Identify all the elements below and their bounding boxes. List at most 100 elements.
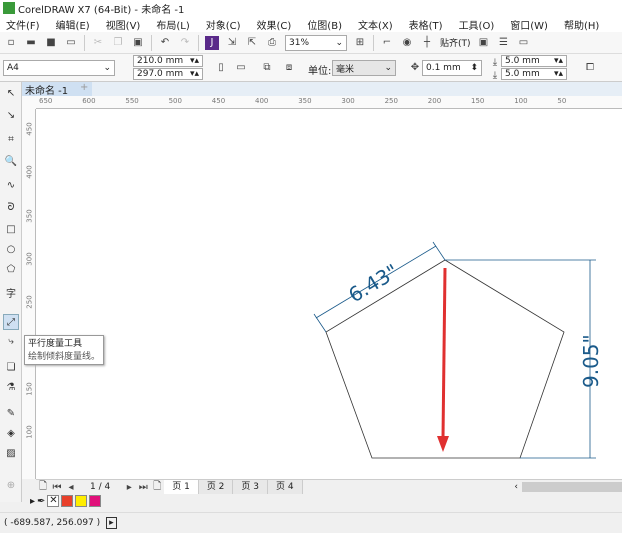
menu-table[interactable]: 表格(T)	[409, 17, 453, 32]
smart-fill-icon[interactable]: ▨	[3, 446, 19, 462]
add-page-before-icon[interactable]: 🗋	[36, 480, 50, 494]
connector-tool-icon[interactable]: ⤷	[3, 334, 19, 350]
duplicate-x-icon: ⤓	[492, 56, 498, 68]
first-page-icon[interactable]: ⏮	[50, 480, 64, 494]
ruler-label: 550	[125, 97, 139, 105]
nudge-input[interactable]: 0.1 mm ⬍	[422, 60, 482, 76]
undo-icon[interactable]: ↶	[158, 36, 172, 50]
portrait-icon[interactable]: ▯	[214, 60, 228, 74]
rectangle-tool-icon[interactable]: □	[3, 222, 19, 238]
all-pages-icon[interactable]: ⧉	[260, 60, 274, 74]
open-icon[interactable]: ▬	[24, 36, 38, 50]
page-tab-2[interactable]: 页 2	[198, 480, 234, 494]
current-page-icon[interactable]: ⧈	[282, 60, 296, 74]
menu-help[interactable]: 帮助(H)	[564, 17, 609, 32]
units-select[interactable]: 毫米 ⌄	[332, 60, 396, 76]
ruler-label: 100	[514, 97, 528, 105]
landscape-icon[interactable]: ▭	[234, 60, 248, 74]
artistic-media-icon[interactable]: ᘐ	[3, 200, 19, 216]
export-icon[interactable]: ⇱	[245, 36, 259, 50]
ellipse-tool-icon[interactable]: ○	[3, 242, 19, 258]
ruler-label: 500	[168, 97, 182, 105]
page-tab-3[interactable]: 页 3	[233, 480, 268, 494]
menu-bitmaps[interactable]: 位图(B)	[307, 17, 352, 32]
cut-icon[interactable]: ✂	[91, 36, 105, 50]
menu-file[interactable]: 文件(F)	[6, 17, 50, 32]
pick-tool-icon[interactable]: ↖	[3, 86, 19, 102]
save-icon[interactable]: ■	[44, 36, 58, 50]
ruler-label: 650	[39, 97, 53, 105]
next-page-icon[interactable]: ▸	[122, 480, 136, 494]
zoom-select[interactable]: 31% ⌄	[285, 34, 347, 51]
ruler-label: 250	[25, 295, 34, 309]
page-tab-1[interactable]: 页 1	[164, 480, 199, 494]
toolbox: ↖ ↘ ⌗ 🔍 ∿ ᘐ □ ○ ⬠ 字 ⤢ ⤷ ❏ ⚗ ✎ ◈ ▨ ⊕	[0, 82, 22, 502]
menu-object[interactable]: 对象(C)	[206, 17, 251, 32]
prev-page-icon[interactable]: ◂	[64, 480, 78, 494]
duplicate-y-input[interactable]: 5.0 mm ▾▴	[501, 68, 567, 80]
add-page-after-icon[interactable]: 🗋	[150, 480, 164, 494]
horizontal-scrollbar[interactable]	[522, 482, 622, 492]
menu-effects[interactable]: 效果(C)	[257, 17, 302, 32]
menu-edit[interactable]: 编辑(E)	[56, 17, 100, 32]
drawing-canvas[interactable]: 6.43" 9.05"	[36, 109, 622, 479]
options-icon[interactable]: ▣	[477, 36, 491, 50]
menu-view[interactable]: 视图(V)	[106, 17, 151, 32]
print-icon[interactable]: ▭	[64, 36, 78, 50]
interactive-fill-icon[interactable]: ◈	[3, 426, 19, 442]
polygon-tool-icon[interactable]: ⬠	[3, 262, 19, 278]
copy-icon[interactable]: ❐	[111, 36, 125, 50]
menu-layout[interactable]: 布局(L)	[156, 17, 199, 32]
page-size-select[interactable]: A4 ⌄	[3, 60, 115, 76]
transparency-tool-icon[interactable]: ⚗	[3, 380, 19, 396]
eyedropper-icon[interactable]: ✒	[37, 496, 45, 507]
menu-tools[interactable]: 工具(O)	[459, 17, 505, 32]
treat-as-filled-icon[interactable]: ⧠	[583, 60, 597, 74]
eyedropper-tool-icon[interactable]: ✎	[3, 406, 19, 422]
freehand-tool-icon[interactable]: ∿	[3, 178, 19, 194]
height-dimension[interactable]	[445, 259, 596, 459]
red-arrow-head	[437, 436, 449, 452]
parallel-dimension-tool-icon[interactable]: ⤢	[3, 314, 19, 330]
import-icon[interactable]: ⇲	[225, 36, 239, 50]
shape-tool-icon[interactable]: ↘	[3, 108, 19, 124]
snap-to-button[interactable]: 贴齐(T)	[440, 36, 471, 49]
palette-menu-icon[interactable]: ▸	[30, 496, 35, 507]
last-page-icon[interactable]: ⏭	[136, 480, 150, 494]
drop-shadow-tool-icon[interactable]: ❏	[3, 360, 19, 376]
horizontal-ruler[interactable]: 650 600 550 500 450 400 350 300 250 200 150 100 50	[36, 96, 622, 109]
ruler-label: 450	[211, 97, 226, 105]
ruler-corner[interactable]	[22, 96, 36, 109]
color-swatch[interactable]	[61, 495, 74, 507]
full-screen-icon[interactable]: ⊞	[353, 36, 367, 50]
app-launcher-icon[interactable]: ▭	[517, 36, 531, 50]
menu-window[interactable]: 窗口(W)	[510, 17, 558, 32]
crop-tool-icon[interactable]: ⌗	[3, 132, 19, 148]
duplicate-x-input[interactable]: 5.0 mm ▾▴	[501, 55, 567, 67]
page-width-input[interactable]: 210.0 mm ▾▴	[133, 55, 203, 67]
no-color-swatch[interactable]: ✕	[47, 495, 60, 507]
rulers-icon[interactable]: ⌐	[380, 36, 394, 50]
color-swatch[interactable]	[75, 495, 88, 507]
page-height-input[interactable]: 297.0 mm ▾▴	[133, 68, 203, 80]
add-tool-icon[interactable]: ⊕	[3, 478, 19, 494]
text-tool-icon[interactable]: 字	[3, 287, 19, 303]
publish-pdf-icon[interactable]: ⎙	[265, 36, 279, 50]
launch-icon[interactable]: ☰	[497, 36, 511, 50]
guidelines-icon[interactable]: ┼	[420, 36, 434, 50]
search-content-icon[interactable]: J	[205, 35, 219, 50]
redo-icon[interactable]: ↷	[178, 36, 192, 50]
menu-text[interactable]: 文本(X)	[358, 17, 403, 32]
status-expand-icon[interactable]: ▸	[106, 517, 117, 529]
view-icon[interactable]: ◉	[400, 36, 414, 50]
paste-icon[interactable]: ▣	[131, 36, 145, 50]
ruler-label: 400	[25, 165, 34, 179]
zoom-tool-icon[interactable]: 🔍	[3, 154, 19, 170]
new-icon[interactable]: ▫	[4, 36, 18, 50]
color-swatch[interactable]	[89, 495, 102, 507]
page-tab-4[interactable]: 页 4	[268, 480, 303, 494]
scroll-left-icon[interactable]: ‹	[514, 482, 518, 492]
vertical-ruler[interactable]: 450400350300250200150100	[22, 109, 36, 479]
red-arrow-shaft	[441, 267, 447, 439]
add-tab-icon[interactable]: +	[80, 82, 88, 93]
